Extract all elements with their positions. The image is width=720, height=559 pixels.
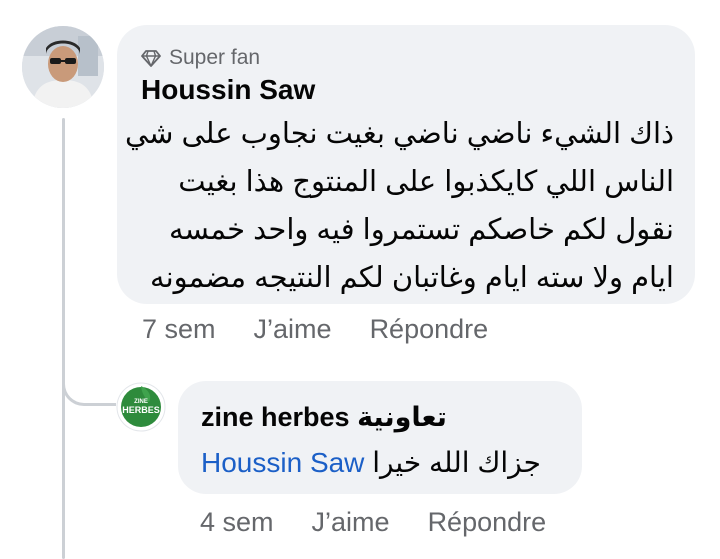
like-button[interactable]: J’aime (254, 314, 332, 345)
reply-button[interactable]: Répondre (370, 314, 489, 345)
profile-photo (22, 26, 104, 108)
comment-line: ايام ولا سته ايام وغاتبان لكم النتيجه مض… (150, 262, 674, 294)
comment-timestamp[interactable]: 7 sem (142, 314, 216, 345)
diamond-icon (141, 50, 161, 67)
logo-main-text: HERBES (122, 405, 160, 415)
comment-line: نقول لكم خاصكم تستمروا فيه واحد خمسه (169, 214, 674, 246)
reply-timestamp[interactable]: 4 sem (200, 507, 274, 538)
reply-author[interactable]: zine herbes تعاونية (201, 402, 447, 433)
comment-line: الناس اللي كايكذبوا على المنتوج هذا بغيت (178, 166, 674, 198)
like-button[interactable]: J’aime (312, 507, 390, 538)
comment-author[interactable]: Houssin Saw (141, 74, 315, 106)
mention-link[interactable]: Houssin Saw (201, 447, 364, 478)
avatar[interactable] (22, 26, 104, 108)
super-fan-badge: Super fan (141, 44, 260, 72)
reply-connector-line (62, 330, 116, 406)
reply-message: جزاك الله خيرا (372, 447, 541, 478)
comment-text: ذاك الشيء ناضي ناضي بغيت نجاوب على شي ال… (124, 110, 674, 302)
badge-label: Super fan (169, 46, 261, 69)
reply-text: Houssin Saw جزاك الله خيرا (201, 446, 541, 479)
reply-actions: 4 sem J’aime Répondre (200, 507, 584, 538)
comment-line: ذاك الشيء ناضي ناضي بغيت نجاوب على شي (124, 118, 674, 150)
zine-herbes-logo: ZINE HERBES (116, 382, 166, 432)
reply-button[interactable]: Répondre (428, 507, 547, 538)
page-avatar[interactable]: ZINE HERBES (116, 382, 166, 432)
comment-actions: 7 sem J’aime Répondre (142, 314, 526, 345)
